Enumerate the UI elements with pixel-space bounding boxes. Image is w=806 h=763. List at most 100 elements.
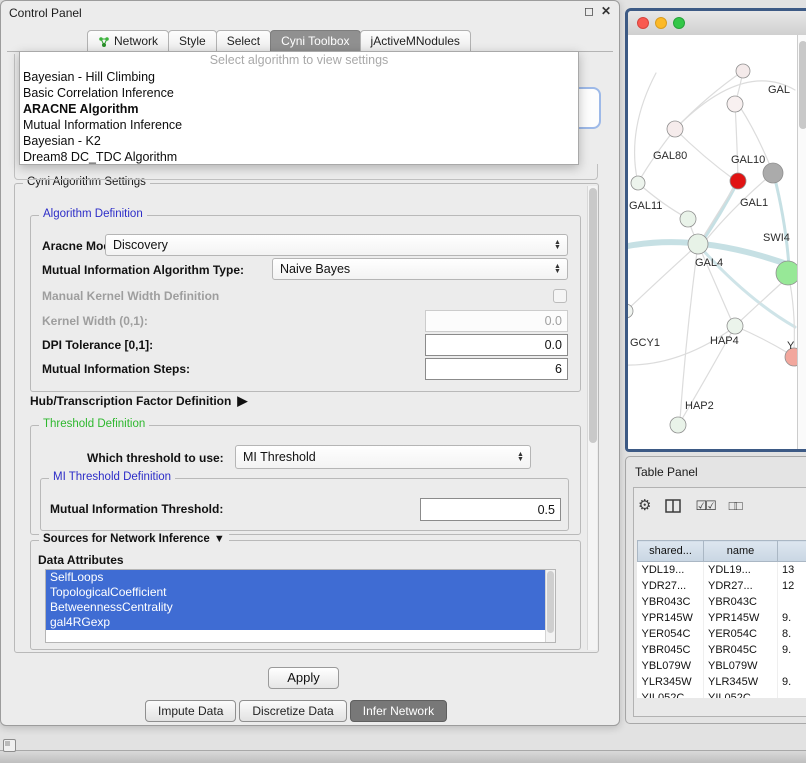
column-header[interactable]: shared... — [638, 541, 704, 562]
table-cell[interactable]: YBR045C — [638, 642, 704, 658]
table-cell[interactable]: 8. — [778, 626, 806, 642]
network-node[interactable] — [667, 121, 683, 137]
table-row[interactable]: YBR043CYBR043C — [638, 594, 806, 610]
table-cell[interactable]: YPR145W — [704, 610, 778, 626]
table-cell[interactable]: YBL079W — [704, 658, 778, 674]
data-attributes-list[interactable]: SelfLoopsTopologicalCoefficientBetweenne… — [45, 569, 556, 643]
table-cell[interactable]: YDL19... — [704, 562, 778, 579]
table-row[interactable]: YDR27...YDR27...12 — [638, 578, 806, 594]
gear-icon[interactable]: ⚙ — [638, 498, 651, 514]
scrollbar-thumb[interactable] — [799, 41, 806, 129]
network-node[interactable] — [727, 96, 743, 112]
scrollbar-thumb[interactable] — [547, 571, 554, 633]
network-scrollbar[interactable] — [797, 35, 806, 449]
tab-cyni-toolbox[interactable]: Cyni Toolbox — [270, 30, 360, 53]
tab-discretize-data[interactable]: Discretize Data — [239, 700, 346, 722]
kernel-width-field[interactable]: 0.0 — [425, 310, 568, 332]
column-header[interactable]: name — [704, 541, 778, 562]
restore-panel-icon[interactable] — [3, 739, 16, 752]
dpi-tolerance-field[interactable]: 0.0 — [425, 334, 568, 356]
network-node[interactable] — [730, 173, 746, 189]
deselect-all-rows-icon[interactable]: □□ — [729, 498, 741, 514]
attribute-item[interactable]: SelfLoops — [46, 570, 545, 585]
manual-kernel-width-checkbox[interactable] — [553, 289, 567, 303]
table-cell[interactable]: YBL079W — [638, 658, 704, 674]
table-row[interactable]: YLR345WYLR345W9. — [638, 674, 806, 690]
network-node[interactable] — [670, 417, 686, 433]
table-cell[interactable]: YIL052C — [704, 690, 778, 698]
attribute-item[interactable]: BetweennessCentrality — [46, 600, 545, 615]
traffic-light-minimize-icon[interactable] — [655, 17, 667, 29]
node-table[interactable]: shared... name YDL19...YDL19...13YDR27..… — [637, 540, 806, 698]
table-cell[interactable]: YDR27... — [638, 578, 704, 594]
settings-scrollbar[interactable] — [587, 186, 597, 650]
list-scrollbar[interactable] — [545, 570, 555, 642]
table-cell[interactable] — [778, 594, 806, 610]
which-threshold-select[interactable]: MI Threshold ▲▼ — [235, 445, 531, 469]
column-header[interactable] — [778, 541, 806, 562]
network-node[interactable] — [736, 64, 750, 78]
algorithm-option[interactable]: Dream8 DC_TDC Algorithm — [20, 149, 578, 165]
algorithm-option[interactable]: Basic Correlation Inference — [20, 85, 578, 101]
algorithm-option[interactable]: ARACNE Algorithm — [20, 101, 578, 117]
table-cell[interactable]: 9. — [778, 610, 806, 626]
tab-select[interactable]: Select — [216, 30, 271, 53]
table-cell[interactable]: 9. — [778, 642, 806, 658]
apply-button[interactable]: Apply — [268, 667, 339, 689]
table-row[interactable]: YBR045CYBR045C9. — [638, 642, 806, 658]
table-cell[interactable]: YBR045C — [704, 642, 778, 658]
tab-network[interactable]: Network — [87, 30, 169, 53]
table-row[interactable]: YDL19...YDL19...13 — [638, 562, 806, 579]
network-canvas[interactable]: GAL80GAL10GAL11GAL1SWI4GAL4GCY1HAP4HAP2G… — [628, 35, 797, 449]
table-cell[interactable] — [778, 690, 806, 698]
table-cell[interactable]: YIL052C — [638, 690, 704, 698]
tab-impute-data[interactable]: Impute Data — [145, 700, 236, 722]
table-cell[interactable]: YLR345W — [638, 674, 704, 690]
network-node[interactable] — [763, 163, 783, 183]
tab-jactivemodules[interactable]: jActiveMNodules — [360, 30, 471, 53]
network-node[interactable] — [631, 176, 645, 190]
table-cell[interactable]: YPR145W — [638, 610, 704, 626]
attribute-item[interactable]: gal4RGexp — [46, 615, 545, 630]
table-row[interactable]: YBL079WYBL079W — [638, 658, 806, 674]
table-row[interactable]: YIL052CYIL052C — [638, 690, 806, 698]
table-cell[interactable]: 13 — [778, 562, 806, 579]
tab-style[interactable]: Style — [168, 30, 217, 53]
table-cell[interactable]: YER054C — [704, 626, 778, 642]
traffic-light-close-icon[interactable] — [637, 17, 649, 29]
network-node[interactable] — [776, 261, 797, 285]
network-node[interactable] — [680, 211, 696, 227]
columns-icon[interactable] — [665, 499, 681, 513]
network-node[interactable] — [727, 318, 743, 334]
table-cell[interactable]: 12 — [778, 578, 806, 594]
network-node[interactable] — [628, 304, 633, 318]
table-cell[interactable]: YLR345W — [704, 674, 778, 690]
sources-toggle[interactable]: Sources for Network Inference ▼ — [39, 533, 229, 545]
scrollbar-thumb[interactable] — [589, 188, 597, 443]
hub-definition-toggle[interactable]: Hub/Transcription Factor Definition ▶ — [30, 393, 247, 409]
table-cell[interactable]: YBR043C — [638, 594, 704, 610]
tab-infer-network[interactable]: Infer Network — [350, 700, 447, 722]
mi-threshold-field[interactable]: 0.5 — [420, 498, 561, 521]
table-cell[interactable]: YDR27... — [704, 578, 778, 594]
algorithm-option[interactable]: Bayesian - K2 — [20, 133, 578, 149]
table-cell[interactable]: 9. — [778, 674, 806, 690]
mi-steps-field[interactable]: 6 — [425, 358, 568, 380]
table-row[interactable]: YER054CYER054C8. — [638, 626, 806, 642]
algorithm-option[interactable]: Bayesian - Hill Climbing — [20, 69, 578, 85]
network-node[interactable] — [688, 234, 708, 254]
traffic-light-zoom-icon[interactable] — [673, 17, 685, 29]
table-row[interactable]: YPR145WYPR145W9. — [638, 610, 806, 626]
aracne-mode-select[interactable]: Discovery ▲▼ — [105, 234, 568, 256]
table-cell[interactable]: YBR043C — [704, 594, 778, 610]
table-cell[interactable]: YER054C — [638, 626, 704, 642]
algorithm-option[interactable]: Mutual Information Inference — [20, 117, 578, 133]
table-cell[interactable]: YDL19... — [638, 562, 704, 579]
network-window-titlebar[interactable] — [628, 11, 806, 36]
close-icon[interactable]: ✕ — [601, 4, 611, 18]
mi-algorithm-type-select[interactable]: Naive Bayes ▲▼ — [272, 258, 568, 280]
float-window-icon[interactable]: ◻ — [584, 4, 594, 18]
table-cell[interactable] — [778, 658, 806, 674]
attribute-item[interactable]: TopologicalCoefficient — [46, 585, 545, 600]
select-all-rows-icon[interactable]: ☑☑ — [695, 498, 714, 514]
